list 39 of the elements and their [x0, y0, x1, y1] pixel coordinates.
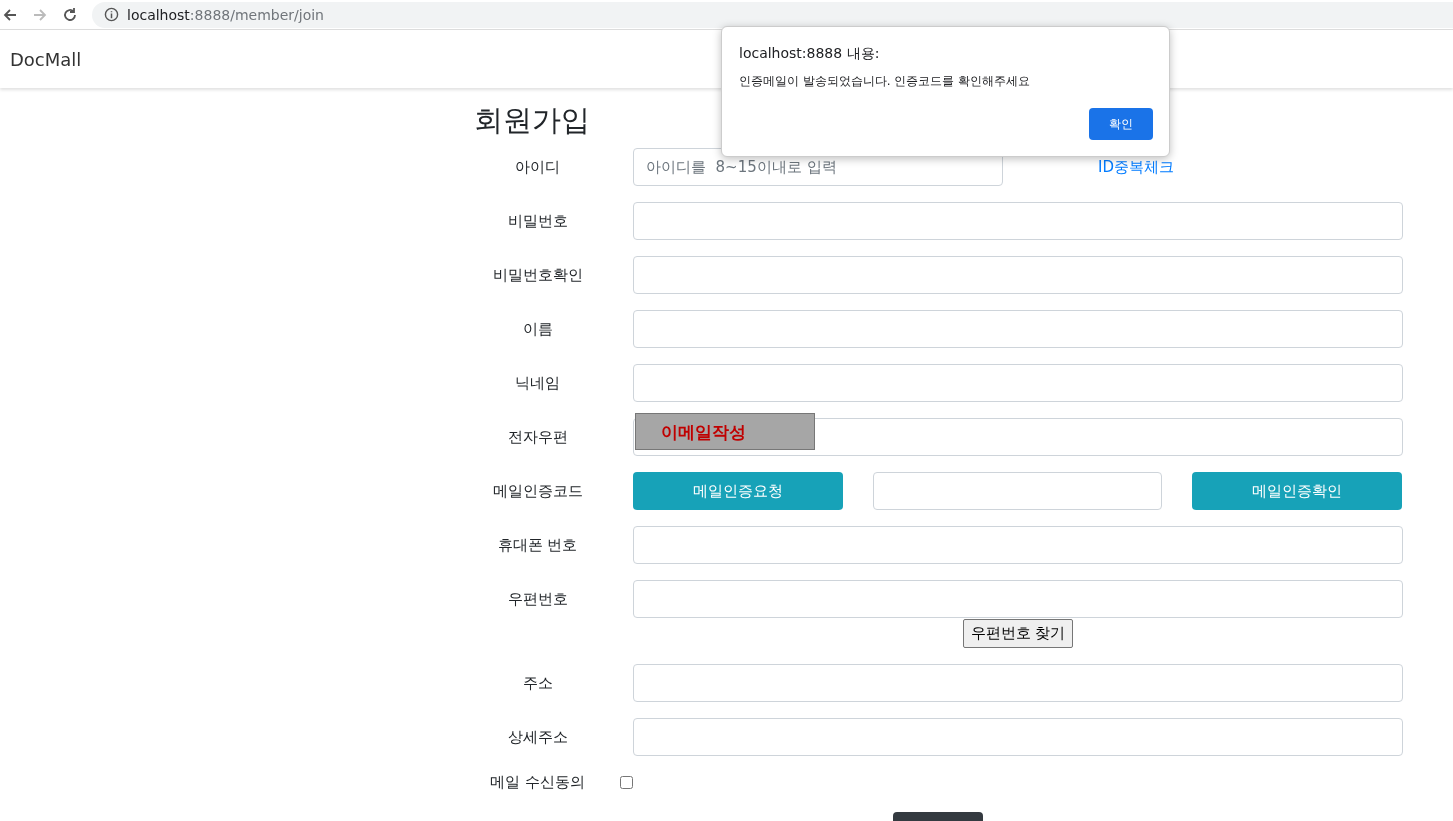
mail-request-button[interactable]: 메일인증요청: [633, 472, 843, 510]
ok-button[interactable]: 확인: [1089, 108, 1153, 140]
input-field[interactable]: [633, 718, 1403, 756]
mail-confirm-button[interactable]: 메일인증확인: [1192, 472, 1402, 510]
field-label: 주소: [521, 673, 554, 693]
field-label: 우편번호: [506, 589, 569, 610]
postcode-field[interactable]: [633, 580, 1403, 618]
dialog-title: localhost:8888 내용:: [739, 45, 881, 63]
info-icon[interactable]: [104, 7, 119, 22]
email-tooltip: 이메일작성: [635, 413, 815, 450]
url-host: localhost: [127, 6, 190, 23]
field-label: 메일 수신동의: [489, 772, 586, 792]
field-label: 닉네임: [514, 373, 561, 393]
input-field[interactable]: [633, 526, 1403, 564]
input-field[interactable]: [633, 202, 1403, 240]
back-arrow-icon[interactable]: [2, 6, 18, 23]
brand-link[interactable]: DocMall: [10, 48, 82, 70]
field-label: 휴대폰 번호: [496, 535, 579, 555]
input-field[interactable]: [633, 256, 1403, 294]
address-bar[interactable]: localhost:8888/member/join: [92, 1, 1453, 28]
url-path: :8888/member/join: [189, 6, 324, 23]
field-label: 상세주소: [506, 727, 569, 747]
id-check-link[interactable]: ID중복체크: [1098, 157, 1174, 177]
input-field[interactable]: [633, 310, 1403, 348]
consent-checkbox[interactable]: [620, 775, 633, 789]
field-label: 이름: [521, 319, 554, 339]
dialog-message: 인증메일이 발송되었습니다. 인증코드를 확인해주세요: [739, 73, 1032, 90]
postcode-search-button[interactable]: 우편번호 찾기: [962, 619, 1074, 648]
field-label: 비밀번호: [506, 211, 569, 231]
field-label: 메일인증코드: [491, 481, 584, 501]
field-label: 전자우편: [506, 427, 569, 447]
input-field[interactable]: [633, 364, 1403, 402]
reload-icon[interactable]: [62, 6, 78, 23]
input-field[interactable]: [633, 664, 1403, 702]
forward-arrow-icon[interactable]: [32, 6, 48, 23]
field-label: 아이디: [514, 157, 561, 177]
field-label: 비밀번호확인: [491, 265, 584, 285]
code-field[interactable]: [873, 472, 1162, 510]
page-title: 회원가입: [474, 102, 590, 139]
